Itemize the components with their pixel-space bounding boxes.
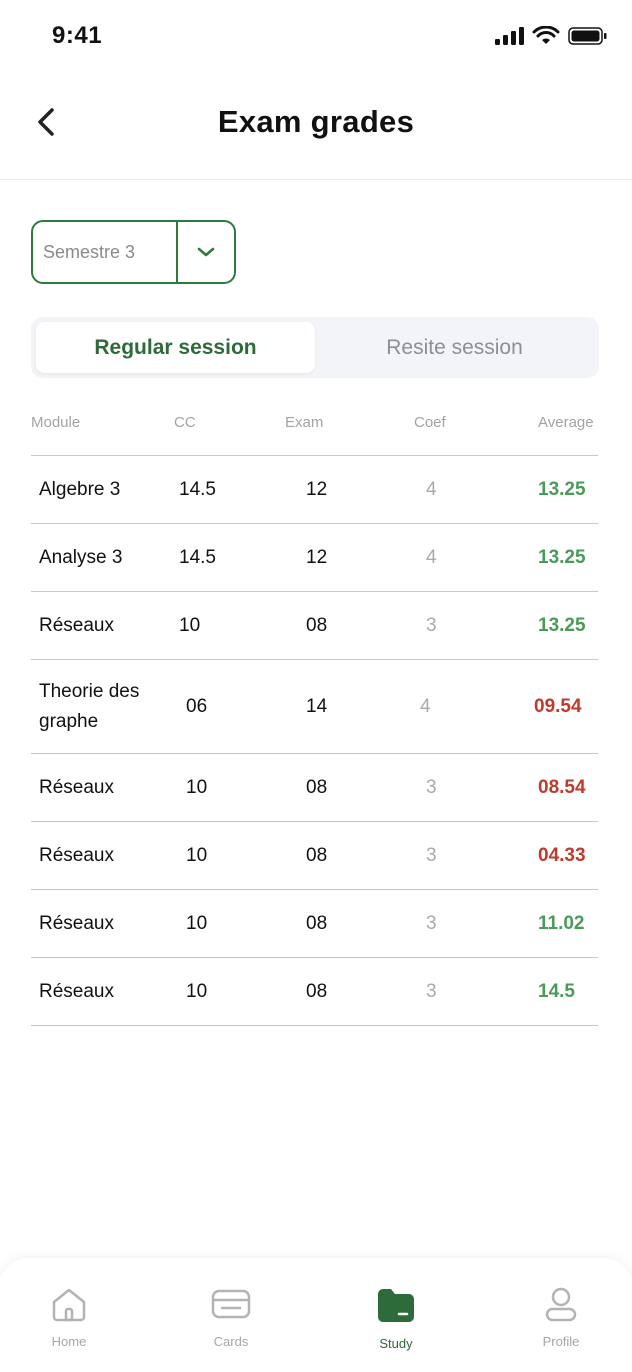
table-row: Algebre 3 14.5 12 4 13.25: [31, 456, 598, 524]
bottom-nav: Home Cards Study Profile: [0, 1258, 632, 1372]
cc-score: 14.5: [179, 546, 216, 568]
status-icons: [494, 26, 608, 46]
coefficient: 4: [426, 546, 437, 568]
table-row: Theorie des graphe 06 14 4 09.54: [31, 660, 598, 754]
exam-score: 08: [306, 844, 328, 866]
coefficient: 3: [426, 980, 437, 1002]
signal-icon: [495, 27, 524, 45]
nav-label-profile: Profile: [542, 1334, 580, 1349]
chevron-down-icon: [197, 247, 215, 257]
card-icon: [211, 1289, 251, 1319]
nav-item-study[interactable]: Study: [346, 1286, 446, 1351]
exam-score: 08: [306, 980, 328, 1002]
module-name: Theorie des graphe: [39, 680, 140, 732]
average-score: 09.54: [534, 695, 582, 717]
table-row: Analyse 3 14.5 12 4 13.25: [31, 524, 598, 592]
cc-score: 10: [186, 776, 208, 798]
status-bar: 9:41: [0, 0, 632, 72]
module-name: Réseaux: [39, 614, 114, 636]
coefficient: 4: [420, 695, 431, 717]
table-row: Réseaux 10 08 3 14.5: [31, 958, 598, 1026]
table-header: Module CC Exam Coef Average: [0, 410, 632, 436]
table-row: Réseaux 10 08 3 04.33: [31, 822, 598, 890]
nav-label-study: Study: [379, 1336, 413, 1351]
semester-select[interactable]: Semestre 3: [31, 220, 236, 284]
average-score: 11.02: [538, 912, 585, 934]
average-score: 13.25: [538, 546, 586, 568]
coefficient: 3: [426, 912, 437, 934]
home-icon: [52, 1288, 86, 1322]
coefficient: 3: [426, 776, 437, 798]
battery-icon: [568, 27, 607, 45]
nav-item-home[interactable]: Home: [19, 1286, 119, 1349]
average-score: 13.25: [538, 614, 586, 636]
nav-label-home: Home: [51, 1334, 87, 1349]
exam-score: 12: [306, 546, 328, 568]
cc-score: 10: [186, 912, 208, 934]
cc-score: 06: [186, 695, 208, 717]
module-name: Réseaux: [39, 980, 114, 1002]
module-name: Algebre 3: [39, 478, 121, 500]
wifi-icon: [532, 26, 560, 44]
semester-dropdown-toggle[interactable]: [176, 222, 234, 282]
exam-score: 08: [306, 614, 328, 636]
header: Exam grades: [0, 72, 632, 180]
coefficient: 3: [426, 844, 437, 866]
module-name: Réseaux: [39, 844, 114, 866]
cc-score: 10: [186, 844, 208, 866]
cc-score: 10: [179, 614, 201, 636]
profile-icon: [545, 1287, 577, 1322]
coefficient: 4: [426, 478, 437, 500]
column-header-coef: Coef: [414, 414, 446, 431]
nav-label-cards: Cards: [213, 1334, 249, 1349]
module-name: Réseaux: [39, 776, 114, 798]
exam-score: 08: [306, 776, 328, 798]
column-header-average: Average: [538, 414, 594, 431]
tab-regular-session[interactable]: Regular session: [36, 322, 315, 373]
cc-score: 14.5: [179, 478, 216, 500]
column-header-exam: Exam: [285, 414, 324, 431]
grades-table: Algebre 3 14.5 12 4 13.25 Analyse 3 14.5…: [31, 455, 598, 1026]
nav-item-cards[interactable]: Cards: [181, 1286, 281, 1349]
folder-icon: [378, 1289, 414, 1322]
table-row: Réseaux 10 08 3 11.02: [31, 890, 598, 958]
exam-score: 12: [306, 478, 328, 500]
coefficient: 3: [426, 614, 437, 636]
average-score: 14.5: [538, 980, 575, 1002]
table-row: Réseaux 10 08 3 08.54: [31, 754, 598, 822]
semester-value: Semestre 3: [43, 241, 136, 262]
module-name: Analyse 3: [39, 546, 123, 568]
average-score: 04.33: [538, 844, 586, 866]
tab-resite-session[interactable]: Resite session: [315, 322, 594, 373]
average-score: 13.25: [538, 478, 586, 500]
table-row: Réseaux 10 08 3 13.25: [31, 592, 598, 660]
module-name: Réseaux: [39, 912, 114, 934]
session-tabs: Regular session Resite session: [31, 317, 599, 378]
exam-score: 08: [306, 912, 328, 934]
cc-score: 10: [186, 980, 208, 1002]
status-time: 9:41: [52, 22, 103, 49]
column-header-cc: CC: [174, 414, 196, 431]
column-header-module: Module: [31, 414, 81, 431]
nav-item-profile[interactable]: Profile: [511, 1286, 611, 1349]
exam-score: 14: [306, 695, 328, 717]
average-score: 08.54: [538, 776, 586, 798]
page-title: Exam grades: [217, 104, 415, 139]
